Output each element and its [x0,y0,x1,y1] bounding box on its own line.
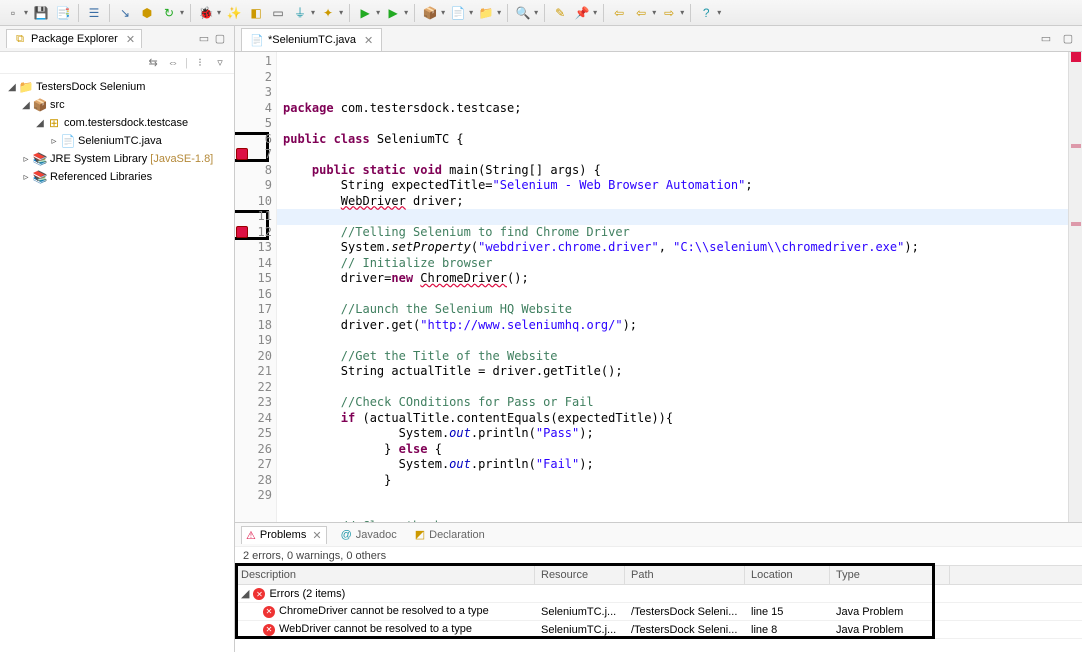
run-icon[interactable]: ▶ [356,4,374,22]
library-icon: 📚 [32,170,48,184]
save-icon[interactable]: 💾 [32,4,50,22]
link-icon[interactable]: ⇔ [165,55,181,71]
back-icon[interactable]: ⇦ [610,4,628,22]
collapse-icon[interactable]: ⇆ [145,55,161,71]
code-editor[interactable]: 1 2 3 4 5 6 7 8 9 10 11 12 13 14 15 16 1… [235,52,1082,522]
skip-icon[interactable]: ↘ [116,4,134,22]
run-ext-icon[interactable]: ▶ [384,4,402,22]
error-marker-icon[interactable] [236,226,248,238]
new-folder-icon[interactable]: 📁 [477,4,495,22]
new-class-icon[interactable]: 📄 [449,4,467,22]
code-content[interactable]: package com.testersdock.testcase; public… [283,101,1062,523]
editor-tab-seleniumtc[interactable]: 📄 *SeleniumTC.java ✕ [241,28,382,51]
sparkle-icon[interactable]: ✦ [319,4,337,22]
javadoc-tab[interactable]: @ Javadoc [337,527,401,543]
task-icon[interactable]: ✎ [551,4,569,22]
toggle-breadcrumb-icon[interactable]: ☰ [85,4,103,22]
pin-icon[interactable]: 📌 [573,4,591,22]
package-explorer-icon: ⧉ [13,32,27,46]
filter-icon[interactable]: ⏚ [291,4,309,22]
main-toolbar: ▫▾ 💾 📑 ☰ ↘ ⬢ ↻▾ 🐞▾ ✨ ◧ ▭ ⏚▾ ✦▾ ▶▾ ▶▾ 📦▾ … [0,0,1082,26]
problems-table-header[interactable]: Description Resource Path Location Type [235,565,1082,585]
filter2-icon[interactable]: ⁝ [192,55,208,71]
editor-tabbar: 📄 *SeleniumTC.java ✕ ▭ ▢ [235,26,1082,52]
maximize-icon[interactable]: ▢ [1060,30,1076,46]
problem-row[interactable]: ✕ChromeDriver cannot be resolved to a ty… [235,603,1082,621]
reflib-node[interactable]: ▹ 📚 Referenced Libraries [2,168,232,186]
error-icon: ✕ [263,624,275,636]
project-icon: 📁 [18,80,34,94]
declaration-tab[interactable]: ◩ Declaration [411,526,489,543]
java-file-icon: 📄 [60,134,76,148]
minimize-icon[interactable]: ▭ [196,31,212,47]
overview-ruler[interactable] [1068,52,1082,522]
new-pkg-icon[interactable]: 📦 [421,4,439,22]
toggle-mark-icon[interactable]: ◧ [247,4,265,22]
src-icon: 📦 [32,98,48,112]
javadoc-icon: @ [341,529,352,541]
package-explorer-panel: ⧉ Package Explorer ✕ ▭ ▢ ⇆ ⇔ | ⁝ ▿ ◢ 📁 T… [0,26,235,652]
java-file-icon: 📄 [250,33,264,47]
fwd-icon[interactable]: ⇨ [660,4,678,22]
menu-icon[interactable]: ▿ [212,55,228,71]
declaration-icon: ◩ [415,528,425,541]
line-number-gutter: 1 2 3 4 5 6 7 8 9 10 11 12 13 14 15 16 1… [235,52,277,522]
editor-tab-label: *SeleniumTC.java [268,34,356,46]
close-icon[interactable]: ✕ [364,34,373,47]
problems-icon: ⚠ [246,529,256,542]
back2-icon[interactable]: ⇦ [632,4,650,22]
package-tree[interactable]: ◢ 📁 TestersDock Selenium ◢ 📦 src ◢ ⊞ com… [0,74,234,652]
src-node[interactable]: ◢ 📦 src [2,96,232,114]
debug-icon[interactable]: 🐞 [197,4,215,22]
problems-panel: ⚠ Problems ✕ @ Javadoc ◩ Declaration 2 e… [235,522,1082,652]
package-explorer-tab[interactable]: ⧉ Package Explorer ✕ [6,29,142,48]
close-icon[interactable]: ✕ [126,33,135,46]
problems-tab[interactable]: ⚠ Problems ✕ [241,526,327,544]
box-icon[interactable]: ▭ [269,4,287,22]
problems-summary: 2 errors, 0 warnings, 0 others [235,547,1082,565]
project-node[interactable]: ◢ 📁 TestersDock Selenium [2,78,232,96]
jre-node[interactable]: ▹ 📚 JRE System Library [JavaSE-1.8] [2,150,232,168]
search-icon[interactable]: 🔍 [514,4,532,22]
help-icon[interactable]: ? [697,4,715,22]
package-icon: ⊞ [46,116,62,130]
java-file-node[interactable]: ▹ 📄 SeleniumTC.java [2,132,232,150]
package-explorer-title: Package Explorer [31,33,118,45]
error-icon: ✕ [263,606,275,618]
refresh-icon[interactable]: ↻ [160,4,178,22]
save-all-icon[interactable]: 📑 [54,4,72,22]
errors-group-row[interactable]: ◢✕Errors (2 items) [235,585,1082,603]
package-node[interactable]: ◢ ⊞ com.testersdock.testcase [2,114,232,132]
wand-icon[interactable]: ✨ [225,4,243,22]
new-icon[interactable]: ▫ [4,4,22,22]
build-icon[interactable]: ⬢ [138,4,156,22]
close-icon[interactable]: ✕ [312,529,321,542]
minimize-icon[interactable]: ▭ [1038,30,1054,46]
error-icon: ✕ [253,588,265,600]
library-icon: 📚 [32,152,48,166]
maximize-icon[interactable]: ▢ [212,31,228,47]
problem-row[interactable]: ✕WebDriver cannot be resolved to a type … [235,621,1082,639]
error-marker-icon[interactable] [236,148,248,160]
